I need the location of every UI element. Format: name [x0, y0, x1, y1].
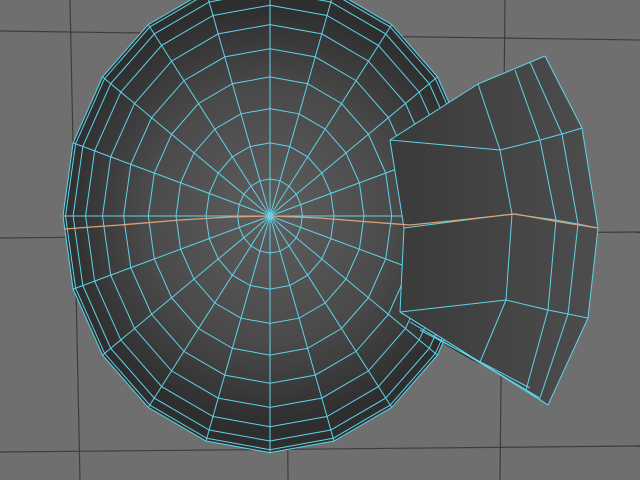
viewport-canvas[interactable]: [0, 0, 640, 480]
sphere-pole-vertex[interactable]: [267, 213, 273, 219]
3d-viewport[interactable]: [0, 0, 640, 480]
